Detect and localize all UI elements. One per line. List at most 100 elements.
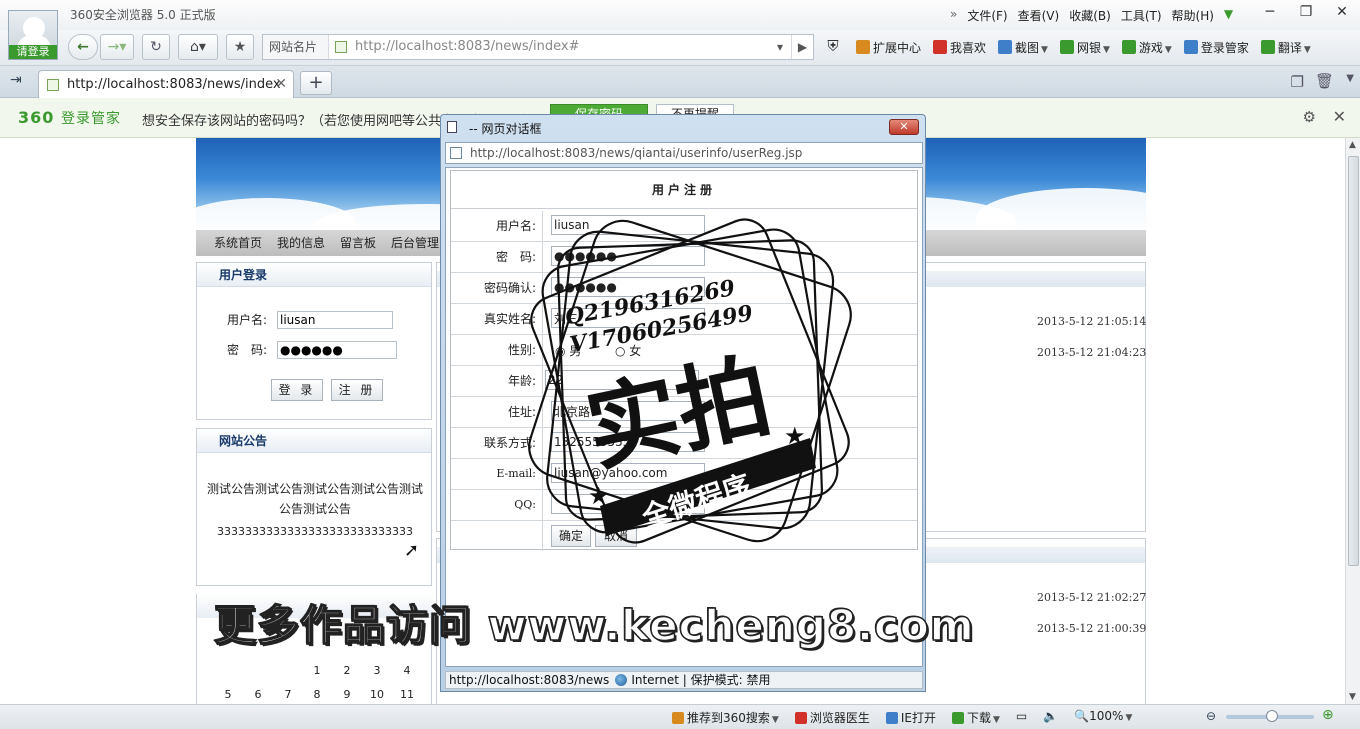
document-icon xyxy=(447,121,457,133)
skin-icon[interactable]: ▼ xyxy=(1224,7,1233,24)
site-card-button[interactable]: 网站名片 xyxy=(263,35,329,59)
extension-center-label: 扩展中心 xyxy=(873,41,922,55)
maximize-button[interactable]: ❐ xyxy=(1288,0,1324,26)
url-input[interactable] xyxy=(355,35,755,59)
login-username-input[interactable] xyxy=(277,311,393,329)
mouse-cursor-icon: ➚ xyxy=(404,540,420,561)
menu-tools[interactable]: 工具(T) xyxy=(1121,7,1162,24)
chevron-down-icon[interactable]: ▼ xyxy=(1041,45,1048,55)
home-button[interactable]: ⌂▾ xyxy=(178,34,218,60)
chevron-down-icon[interactable]: ▼ xyxy=(1103,45,1110,55)
calendar-day[interactable]: 2 xyxy=(332,664,362,677)
calendar-day[interactable]: 11 xyxy=(392,688,422,701)
menu-view[interactable]: 查看(V) xyxy=(1018,7,1060,24)
gear-icon[interactable]: ⚙ xyxy=(1303,108,1316,126)
restore-tabs-icon[interactable]: ❐ xyxy=(1291,73,1304,91)
browser-doctor-button[interactable]: 浏览器医生 xyxy=(794,709,870,726)
menu-bar: » 文件(F) 查看(V) 收藏(B) 工具(T) 帮助(H) ▼ xyxy=(950,7,1233,24)
heart-icon xyxy=(933,40,948,54)
extension-center-button[interactable]: 扩展中心 xyxy=(856,39,921,56)
login-label[interactable]: 请登录 xyxy=(9,45,57,59)
zoom-in-icon[interactable]: ⊕ xyxy=(1322,707,1334,723)
puzzle-icon xyxy=(856,40,870,54)
login-password-input[interactable] xyxy=(277,341,397,359)
translate-label: 翻译 xyxy=(1277,41,1302,55)
dialog-url: http://localhost:8083/news/qiantai/useri… xyxy=(470,146,803,160)
register-button[interactable]: 注 册 xyxy=(331,379,383,401)
calendar-day[interactable]: 6 xyxy=(243,688,273,701)
recommend-button[interactable]: 推荐到360搜索 ▼ xyxy=(672,709,779,726)
user-avatar[interactable]: 请登录 xyxy=(8,10,58,60)
login-button[interactable]: 登 录 xyxy=(271,379,323,401)
screenshot-label: 截图 xyxy=(1015,41,1040,55)
gamepad-icon xyxy=(1121,40,1136,54)
url-dropdown-icon[interactable]: ▾ xyxy=(771,35,789,59)
scroll-down-icon[interactable]: ▼ xyxy=(1349,692,1356,702)
tab-title: http://localhost:8083/news/index xyxy=(67,77,281,92)
forward-button[interactable]: →▾ xyxy=(100,34,134,60)
ie-open-button[interactable]: IE打开 xyxy=(885,709,936,726)
translate-button[interactable]: 翻译 ▼ xyxy=(1260,39,1311,56)
zoom-out-icon[interactable]: ⊖ xyxy=(1206,709,1216,723)
translate-icon xyxy=(1260,40,1275,54)
calendar-day[interactable]: 4 xyxy=(392,664,422,677)
like-button[interactable]: 我喜欢 xyxy=(933,39,986,56)
chevron-down-icon[interactable]: ▼ xyxy=(1346,73,1354,84)
calendar-day[interactable]: 3 xyxy=(362,664,392,677)
chevron-down-icon[interactable]: ▼ xyxy=(1165,45,1172,55)
tab-active[interactable]: http://localhost:8083/news/index ✕ xyxy=(38,70,294,98)
nav-message-board[interactable]: 留言板 xyxy=(340,230,376,256)
zoom-slider[interactable] xyxy=(1226,710,1314,722)
favorite-star-button[interactable]: ★ xyxy=(226,34,254,60)
title-bar: 360安全浏览器 5.0 正式版 » 文件(F) 查看(V) 收藏(B) 工具(… xyxy=(0,0,1360,30)
menu-expand-icon[interactable]: » xyxy=(950,7,957,24)
scroll-up-icon[interactable]: ▲ xyxy=(1349,140,1356,150)
menu-file[interactable]: 文件(F) xyxy=(967,7,1007,24)
menu-help[interactable]: 帮助(H) xyxy=(1172,7,1214,24)
chevron-down-icon[interactable]: ▼ xyxy=(993,715,1000,725)
sidebar-toggle-icon[interactable]: ⇥ xyxy=(10,72,22,88)
minimize-button[interactable]: ─ xyxy=(1252,0,1288,26)
page-scrollbar[interactable]: ▲ ▼ xyxy=(1345,138,1360,704)
app-title: 360安全浏览器 5.0 正式版 xyxy=(70,8,216,22)
tab-bar: ⇥ http://localhost:8083/news/index ✕ + ❐… xyxy=(0,66,1360,98)
scissors-icon xyxy=(998,40,1013,54)
screen-icon[interactable]: ▭ xyxy=(1016,709,1027,726)
go-button[interactable]: ▶ xyxy=(791,35,813,59)
back-button[interactable]: ← xyxy=(68,34,98,60)
zoom-control[interactable]: 🔍100% ▼ xyxy=(1074,709,1132,726)
chevron-down-icon[interactable]: ▼ xyxy=(772,715,779,725)
globe-icon xyxy=(615,674,628,686)
dialog-status-bar: http://localhost:8083/news Internet | 保护模… xyxy=(445,671,923,689)
new-tab-button[interactable]: + xyxy=(300,71,332,95)
tab-close-icon[interactable]: ✕ xyxy=(275,76,287,92)
zoom-slider-knob[interactable] xyxy=(1266,710,1278,722)
security-shield-icon[interactable]: ⛨ xyxy=(822,35,844,59)
chevron-down-icon[interactable]: ▼ xyxy=(1125,713,1132,723)
calendar-day[interactable]: 1 xyxy=(302,664,332,677)
ie-icon xyxy=(885,712,898,724)
login-manager-button[interactable]: 登录管家 xyxy=(1183,39,1249,56)
scroll-thumb[interactable] xyxy=(1348,156,1359,566)
chevron-down-icon[interactable]: ▼ xyxy=(1304,45,1311,55)
calendar-day[interactable]: 5 xyxy=(213,688,243,701)
nav-admin[interactable]: 后台管理 xyxy=(391,230,439,256)
key-icon xyxy=(1183,40,1198,54)
close-icon[interactable]: ✕ xyxy=(1333,107,1346,126)
calendar-day[interactable]: 9 xyxy=(332,688,362,701)
download-button[interactable]: 下载 ▼ xyxy=(951,709,1000,726)
screenshot-button[interactable]: 截图 ▼ xyxy=(998,39,1048,56)
calendar-day[interactable]: 7 xyxy=(273,688,303,701)
close-window-button[interactable]: ✕ xyxy=(1324,0,1360,26)
nav-my-info[interactable]: 我的信息 xyxy=(277,230,325,256)
calendar-day[interactable]: 8 xyxy=(302,688,332,701)
nav-home[interactable]: 系统首页 xyxy=(214,230,262,256)
dialog-close-button[interactable]: ✕ xyxy=(889,119,919,135)
refresh-button[interactable]: ↻ xyxy=(142,34,170,60)
volume-icon[interactable]: 🔈 xyxy=(1043,709,1058,726)
games-button[interactable]: 游戏 ▼ xyxy=(1121,39,1172,56)
trash-icon[interactable]: 🗑 xyxy=(1315,72,1334,90)
calendar-day[interactable]: 10 xyxy=(362,688,392,701)
menu-favorites[interactable]: 收藏(B) xyxy=(1069,7,1111,24)
bank-button[interactable]: 网银 ▼ xyxy=(1059,39,1110,56)
